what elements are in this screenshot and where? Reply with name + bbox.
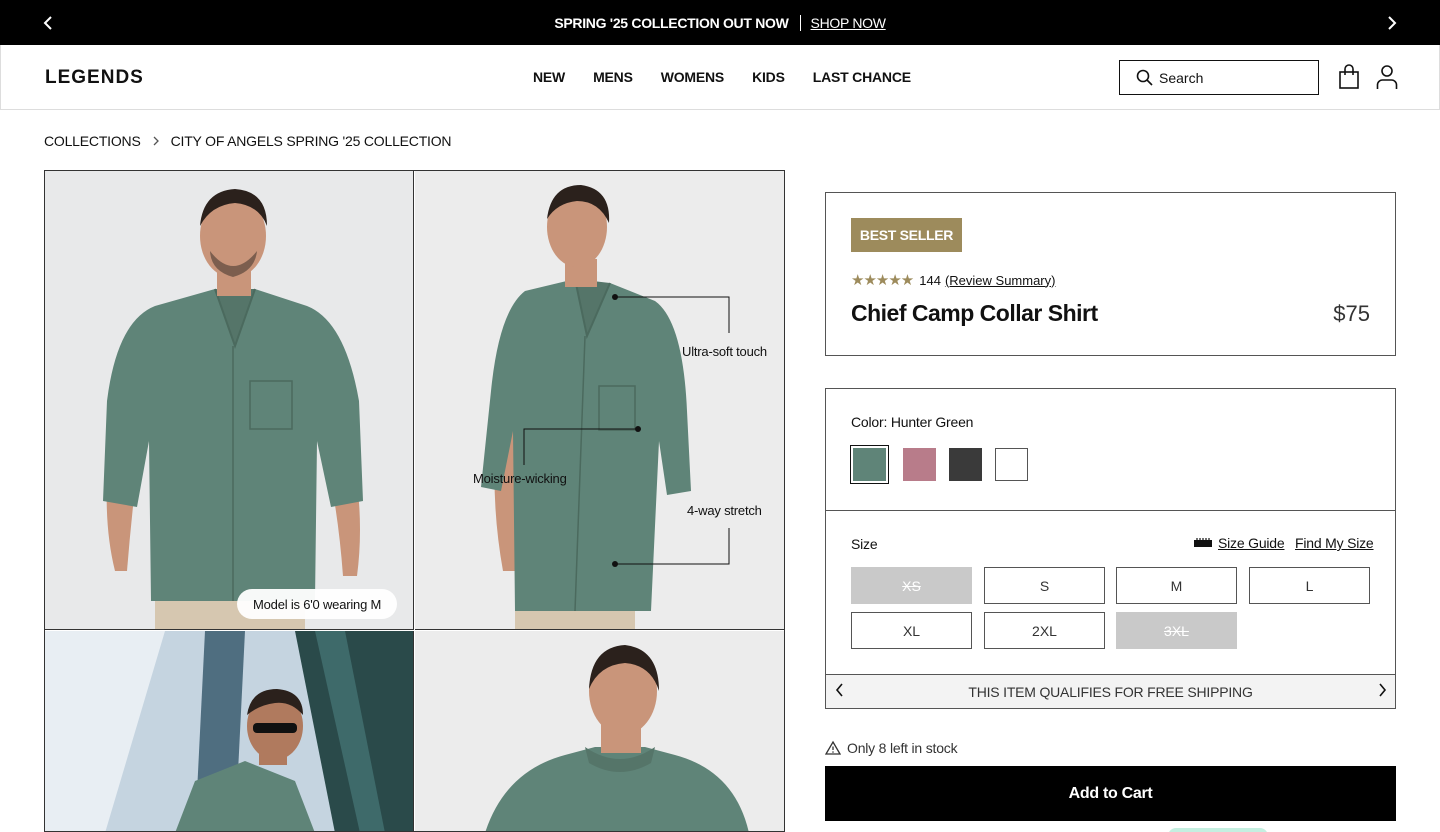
account-button[interactable] bbox=[1374, 63, 1400, 91]
model-lifestyle-illustration bbox=[45, 631, 413, 831]
swatch-white[interactable] bbox=[995, 448, 1028, 481]
find-my-size-link[interactable]: Find My Size bbox=[1295, 535, 1374, 551]
size-option-xl[interactable]: XL bbox=[851, 612, 972, 649]
size-guide-label: Size Guide bbox=[1218, 535, 1285, 551]
size-option-3xl[interactable]: 3XL bbox=[1116, 612, 1237, 649]
product-title: Chief Camp Collar Shirt bbox=[851, 300, 1098, 326]
user-icon bbox=[1376, 65, 1398, 89]
swatch-charcoal[interactable] bbox=[949, 448, 982, 481]
swatch-mauve[interactable] bbox=[903, 448, 936, 481]
size-option-s[interactable]: S bbox=[984, 567, 1105, 604]
shipping-next-button[interactable] bbox=[1378, 683, 1387, 700]
product-image-lifestyle[interactable] bbox=[45, 631, 414, 831]
nav-womens[interactable]: WOMENS bbox=[661, 69, 725, 85]
stock-notice: Only 8 left in stock bbox=[825, 740, 958, 756]
product-options: Color: Hunter Green Size Size Guide Find… bbox=[825, 388, 1396, 709]
model-front-illustration bbox=[45, 171, 413, 629]
ruler-icon bbox=[1194, 538, 1212, 547]
product-price: $75 bbox=[1333, 301, 1370, 326]
options-divider bbox=[826, 510, 1395, 511]
nav-kids[interactable]: KIDS bbox=[752, 69, 785, 85]
breadcrumb: COLLECTIONS CITY OF ANGELS SPRING '25 CO… bbox=[44, 133, 452, 149]
color-label: Color: Hunter Green bbox=[851, 414, 974, 430]
stock-text: Only 8 left in stock bbox=[847, 740, 958, 756]
site-header: LEGENDS NEW MENS WOMENS KIDS LAST CHANCE bbox=[0, 45, 1440, 110]
add-to-cart-button[interactable]: Add to Cart bbox=[825, 766, 1396, 821]
search-icon bbox=[1136, 69, 1153, 86]
search-box[interactable] bbox=[1119, 60, 1319, 95]
feature-label-soft: Ultra-soft touch bbox=[682, 344, 767, 359]
review-summary-link[interactable]: (Review Summary) bbox=[945, 273, 1056, 288]
chat-widget-button[interactable] bbox=[1168, 828, 1268, 832]
product-summary: BEST SELLER ★★★★★ 144 (Review Summary) C… bbox=[825, 192, 1396, 356]
nav-last-chance[interactable]: LAST CHANCE bbox=[813, 69, 911, 85]
chevron-right-icon bbox=[1379, 683, 1387, 697]
model-angle-illustration bbox=[415, 171, 784, 629]
model-size-tag: Model is 6'0 wearing M bbox=[237, 589, 398, 619]
feature-label-stretch: 4-way stretch bbox=[687, 503, 762, 518]
chevron-left-icon bbox=[835, 683, 843, 697]
product-image-features[interactable]: Ultra-soft touch Moisture-wicking 4-way … bbox=[415, 171, 784, 630]
promo-bar: SPRING '25 COLLECTION OUT NOW SHOP NOW bbox=[0, 0, 1440, 45]
size-option-m[interactable]: M bbox=[1116, 567, 1237, 604]
breadcrumb-collections[interactable]: COLLECTIONS bbox=[44, 133, 141, 149]
size-option-xs[interactable]: XS bbox=[851, 567, 972, 604]
size-option-2xl[interactable]: 2XL bbox=[984, 612, 1105, 649]
shipping-prev-button[interactable] bbox=[835, 683, 844, 700]
feature-label-moisture: Moisture-wicking bbox=[473, 471, 567, 486]
best-seller-badge: BEST SELLER bbox=[851, 218, 962, 252]
product-gallery: Model is 6'0 wearing M Ultra-soft touch … bbox=[44, 170, 785, 832]
shipping-message: THIS ITEM QUALIFIES FOR FREE SHIPPING bbox=[968, 683, 1253, 700]
promo-message: SPRING '25 COLLECTION OUT NOW bbox=[554, 14, 789, 31]
star-rating-icon: ★★★★★ bbox=[851, 272, 914, 289]
promo-shop-link[interactable]: SHOP NOW bbox=[811, 15, 886, 31]
product-rating: ★★★★★ 144 (Review Summary) bbox=[851, 271, 1055, 289]
nav-mens[interactable]: MENS bbox=[593, 69, 633, 85]
promo-next-button[interactable] bbox=[1382, 13, 1402, 33]
search-input[interactable] bbox=[1159, 69, 1309, 86]
cart-button[interactable] bbox=[1336, 63, 1362, 91]
promo-divider bbox=[799, 14, 801, 31]
main-nav: NEW MENS WOMENS KIDS LAST CHANCE bbox=[533, 69, 911, 85]
shopping-bag-icon bbox=[1339, 64, 1359, 89]
chevron-left-icon bbox=[43, 16, 52, 30]
nav-new[interactable]: NEW bbox=[533, 69, 565, 85]
shipping-banner: THIS ITEM QUALIFIES FOR FREE SHIPPING bbox=[826, 675, 1395, 708]
model-back-illustration bbox=[415, 631, 784, 831]
size-guide-link[interactable]: Size Guide bbox=[1194, 535, 1285, 551]
size-label: Size bbox=[851, 536, 878, 552]
promo-prev-button[interactable] bbox=[38, 13, 58, 33]
size-option-l[interactable]: L bbox=[1249, 567, 1370, 604]
swatch-hunter-green[interactable] bbox=[850, 445, 889, 484]
breadcrumb-current[interactable]: CITY OF ANGELS SPRING '25 COLLECTION bbox=[171, 133, 452, 149]
logo[interactable]: LEGENDS bbox=[45, 67, 144, 89]
chevron-right-icon bbox=[153, 136, 159, 146]
review-count: 144 bbox=[919, 272, 941, 288]
chevron-right-icon bbox=[1388, 16, 1397, 30]
product-image-back[interactable] bbox=[415, 631, 784, 831]
product-image-front[interactable]: Model is 6'0 wearing M bbox=[45, 171, 414, 630]
warning-icon bbox=[825, 740, 841, 755]
